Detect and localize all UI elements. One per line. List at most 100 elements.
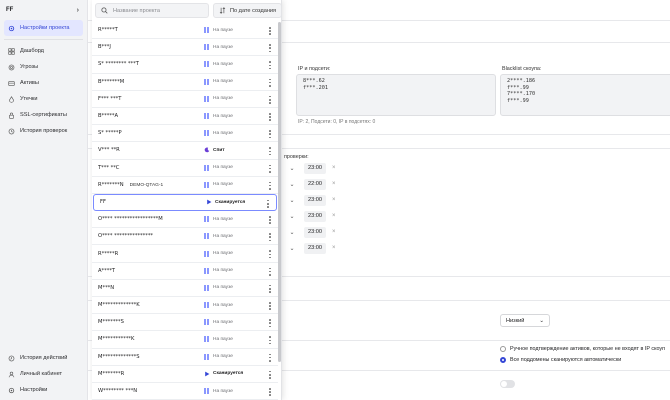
sidebar-item-assets[interactable]: Активы — [4, 75, 83, 91]
project-row[interactable]: M*******S На паузе — [92, 314, 278, 332]
project-row[interactable]: M***N На паузе — [92, 280, 278, 297]
more-options-icon[interactable] — [269, 336, 271, 345]
time-input[interactable]: 23:00 — [304, 226, 326, 238]
project-row[interactable]: O**** *************** На паузе — [92, 228, 278, 246]
close-icon[interactable]: × — [332, 245, 336, 251]
more-options-icon[interactable] — [269, 216, 271, 225]
project-name: R*****T — [98, 27, 204, 33]
org-switcher[interactable]: FF › — [0, 0, 87, 20]
more-options-icon[interactable] — [269, 147, 271, 156]
project-search[interactable] — [95, 3, 209, 18]
radio-auto-label: Все поддомены сканируются автоматически — [510, 357, 622, 363]
close-icon[interactable]: × — [332, 165, 336, 171]
project-name: FF — [100, 199, 206, 205]
ip-subnets-textarea[interactable]: 8***.62 f***.201 — [296, 74, 496, 116]
radio-auto-scan[interactable]: Все поддомены сканируются автоматически — [500, 357, 621, 363]
project-row[interactable]: R*******N DEMO-QTAG-1 На паузе — [92, 177, 278, 194]
close-icon[interactable]: × — [332, 229, 336, 235]
list-scrollbar[interactable] — [278, 22, 281, 362]
more-options-icon[interactable] — [269, 302, 271, 310]
more-options-icon[interactable] — [269, 370, 271, 379]
check-time-row: ⌄ 23:00 × — [284, 242, 336, 254]
sidebar-item-leaks[interactable]: Утечки — [4, 91, 83, 107]
close-icon[interactable]: × — [332, 197, 336, 203]
project-row[interactable]: B*******M На паузе — [92, 74, 278, 91]
project-name-text: M*******R — [98, 370, 125, 377]
sidebar-item-threats[interactable]: Угрозы — [4, 59, 83, 75]
chevron-down-icon[interactable]: ⌄ — [284, 194, 300, 206]
more-options-icon[interactable] — [269, 284, 271, 293]
project-row[interactable]: T*** **C На паузе — [92, 160, 278, 177]
more-options-icon[interactable] — [267, 199, 269, 208]
project-row[interactable]: B***J На паузе — [92, 39, 278, 57]
project-row[interactable]: O**** *****************M На паузе — [92, 211, 278, 229]
project-name-text: M***N — [98, 284, 115, 291]
project-row[interactable]: M*******R Сканируется — [92, 366, 278, 383]
more-options-icon[interactable] — [269, 78, 271, 87]
project-status: На паузе — [204, 130, 262, 137]
project-row[interactable]: M***********K На паузе — [92, 331, 278, 349]
project-status-text: На паузе — [213, 319, 233, 325]
more-options-icon[interactable] — [269, 181, 271, 190]
sidebar-item-project-settings[interactable]: Настройки проекта — [4, 20, 83, 36]
divider — [4, 39, 83, 40]
more-options-icon[interactable] — [269, 130, 271, 139]
time-input[interactable]: 23:00 — [304, 162, 326, 174]
gear-icon — [8, 25, 15, 31]
time-input[interactable]: 23:00 — [304, 194, 326, 206]
project-row[interactable]: R*****T На паузе — [92, 22, 278, 40]
project-row[interactable]: F*** ***T На паузе — [92, 91, 278, 108]
pause-icon — [204, 164, 210, 171]
more-options-icon[interactable] — [269, 233, 271, 242]
more-options-icon[interactable] — [269, 27, 271, 35]
time-input[interactable]: 22:00 — [304, 178, 326, 190]
pause-icon — [204, 336, 210, 343]
more-options-icon[interactable] — [269, 353, 271, 362]
project-row[interactable]: V*** **R Спит — [92, 142, 278, 160]
sidebar-item-dashboard[interactable]: Дашборд — [4, 43, 83, 59]
chevron-down-icon[interactable]: ⌄ — [284, 162, 300, 174]
project-search-input[interactable] — [113, 7, 203, 14]
close-icon[interactable]: × — [332, 181, 336, 187]
project-row[interactable]: W******** ***N На паузе — [92, 383, 278, 400]
more-options-icon[interactable] — [269, 61, 271, 70]
project-status-text: На паузе — [213, 182, 233, 188]
close-icon[interactable]: × — [332, 213, 336, 219]
more-options-icon[interactable] — [269, 164, 271, 173]
more-options-icon[interactable] — [269, 112, 271, 121]
more-options-icon[interactable] — [269, 387, 271, 396]
radio-manual-confirm[interactable]: Ручное подтверждение активов, которые не… — [500, 346, 665, 352]
project-row[interactable]: FF Сканируется — [93, 193, 277, 212]
project-status-text: На паузе — [213, 285, 233, 291]
settings-toggle[interactable] — [500, 380, 515, 388]
project-row[interactable]: S* *****P На паузе — [92, 125, 278, 143]
chevron-down-icon[interactable]: ⌄ — [284, 226, 300, 238]
blacklist-textarea[interactable]: 2****.186 f***.99 7****.170 f***.99 — [500, 74, 670, 116]
project-row[interactable]: M*************K На паузе — [92, 297, 278, 315]
project-name: A****T — [98, 268, 204, 274]
project-row[interactable]: R*****R На паузе — [92, 245, 278, 263]
chevron-down-icon[interactable]: ⌄ — [284, 210, 300, 222]
more-options-icon[interactable] — [269, 250, 271, 259]
project-status: На паузе — [204, 284, 262, 291]
project-row[interactable]: S* ******** ***T На паузе — [92, 56, 278, 74]
more-options-icon[interactable] — [269, 95, 271, 104]
sidebar-item-settings[interactable]: Настройки — [4, 382, 83, 398]
sidebar-item-activity-history[interactable]: История действий — [4, 350, 83, 366]
project-row[interactable]: B*****A На паузе — [92, 108, 278, 126]
more-options-icon[interactable] — [269, 267, 271, 276]
more-options-icon[interactable] — [269, 44, 271, 53]
project-row[interactable]: M*************S На паузе — [92, 349, 278, 366]
project-status-text: На паузе — [213, 216, 233, 222]
sidebar-item-check-history[interactable]: История проверок — [4, 123, 83, 139]
sidebar-item-ssl[interactable]: SSL-сертификаты — [4, 107, 83, 123]
project-row[interactable]: A****T На паузе — [92, 263, 278, 280]
sidebar-item-account[interactable]: Личный кабинет — [4, 366, 83, 382]
priority-select[interactable]: Низкий ⌄ — [500, 314, 550, 327]
time-input[interactable]: 23:00 — [304, 210, 326, 222]
more-options-icon[interactable] — [269, 319, 271, 328]
chevron-down-icon[interactable]: ⌄ — [284, 178, 300, 190]
sort-button[interactable]: По дате создания — [213, 3, 283, 18]
chevron-down-icon[interactable]: ⌄ — [284, 242, 300, 254]
time-input[interactable]: 23:00 — [304, 242, 326, 254]
